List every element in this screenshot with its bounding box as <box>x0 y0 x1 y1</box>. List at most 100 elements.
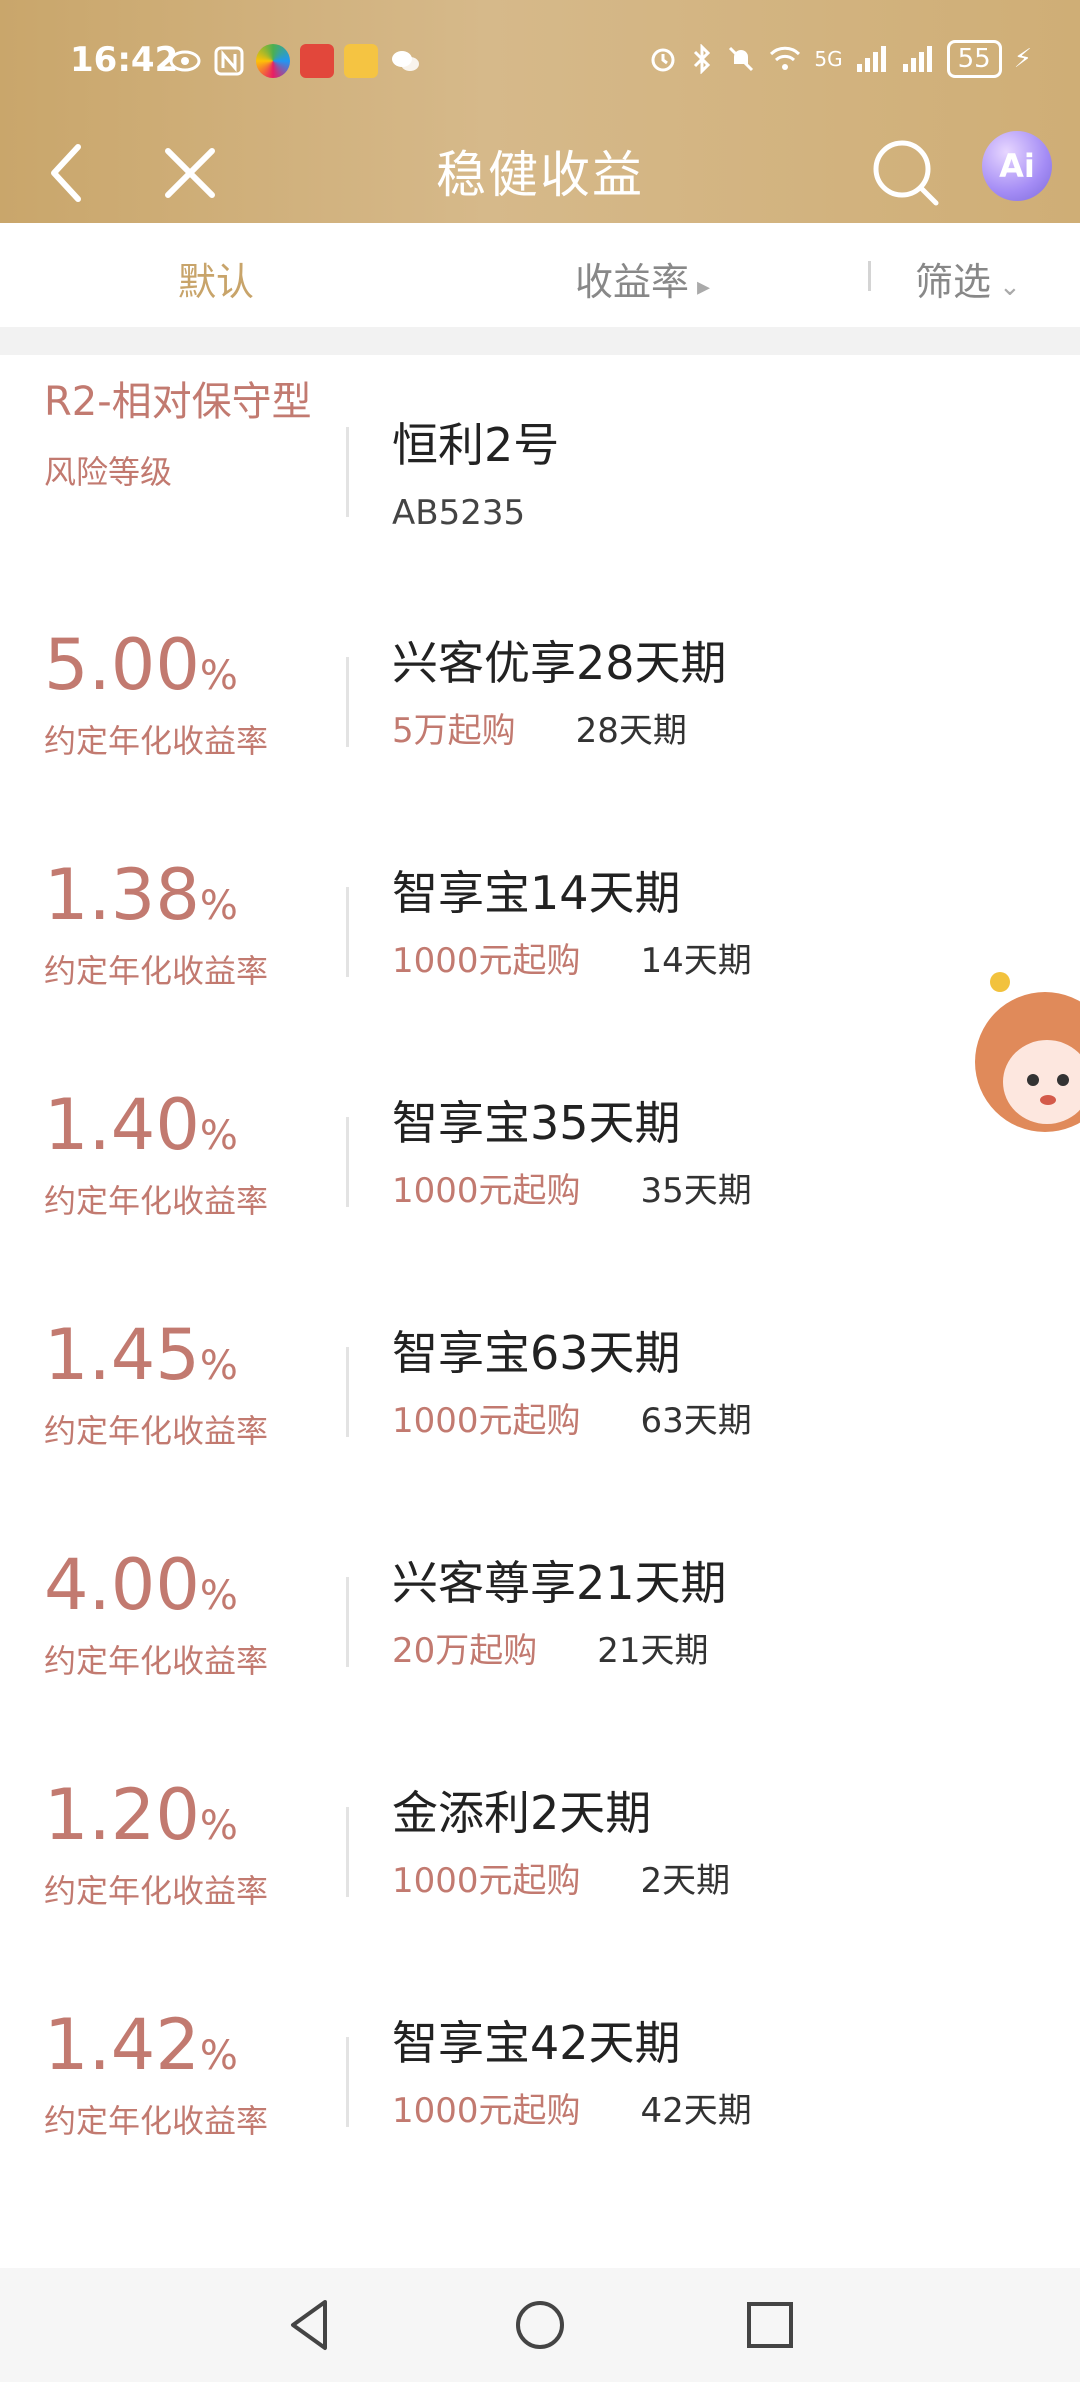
rate-value: 4.00 <box>44 1544 200 1626</box>
rate-value: 1.40 <box>44 1084 200 1166</box>
annual-rate: 1.40% <box>44 1085 334 1176</box>
rate-label: 约定年化收益率 <box>44 1642 269 1680</box>
rate-label: 约定年化收益率 <box>44 952 269 990</box>
wifi-icon <box>770 46 801 70</box>
item-divider <box>346 657 349 747</box>
rate-unit: % <box>199 1113 238 1159</box>
annual-rate: 1.45% <box>44 1315 334 1406</box>
product-term: 35天期 <box>640 1171 752 1211</box>
sort-tabs: 默认 收益率 ▸ 筛选 ⌄ <box>0 223 1080 327</box>
product-item-risk[interactable]: R2-相对保守型 风险等级 恒利2号 AB5235 <box>0 375 1080 605</box>
rate-value: 1.20 <box>44 1774 200 1856</box>
product-item[interactable]: 1.45% 约定年化收益率 智享宝63天期 1000元起购 63天期 <box>0 1315 1080 1545</box>
product-name: 兴客尊享21天期 <box>392 1556 727 1610</box>
rate-block: 1.40% 约定年化收益率 <box>44 1085 334 1222</box>
rate-unit: % <box>199 883 238 929</box>
min-purchase: 1000元起购 <box>392 941 581 981</box>
tab-filter[interactable]: 筛选 ⌄ <box>915 251 1021 306</box>
product-name: 智享宝14天期 <box>392 866 681 920</box>
rate-label: 约定年化收益率 <box>44 2102 269 2140</box>
tab-rate[interactable]: 收益率 ▸ <box>575 251 710 306</box>
product-info: 智享宝42天期 1000元起购 42天期 <box>392 2005 1032 2132</box>
product-item[interactable]: 1.38% 约定年化收益率 智享宝14天期 1000元起购 14天期 <box>0 855 1080 1085</box>
tab-divider <box>868 261 871 291</box>
min-purchase: 5万起购 <box>392 711 516 751</box>
mute-icon <box>729 46 754 72</box>
signal-icon <box>856 46 886 72</box>
annual-rate: 4.00% <box>44 1545 334 1636</box>
item-divider <box>346 887 349 977</box>
section-gap <box>0 327 1080 355</box>
product-item[interactable]: 1.42% 约定年化收益率 智享宝42天期 1000元起购 42天期 <box>0 2005 1080 2235</box>
product-meta: 1000元起购 63天期 <box>392 1393 1032 1442</box>
charging-icon: ⚡ <box>1013 44 1032 74</box>
item-divider <box>346 427 349 517</box>
annual-rate: 1.20% <box>44 1775 334 1866</box>
item-divider <box>346 1347 349 1437</box>
rate-label: 约定年化收益率 <box>44 722 269 760</box>
product-info: 金添利2天期 1000元起购 2天期 <box>392 1775 1032 1902</box>
risk-level: R2-相对保守型 <box>44 379 312 425</box>
product-item[interactable]: 5.00% 约定年化收益率 兴客优享28天期 5万起购 28天期 <box>0 625 1080 855</box>
min-purchase: 20万起购 <box>392 1631 538 1671</box>
annual-rate: 1.38% <box>44 855 334 946</box>
mascot-float-button[interactable] <box>975 972 1080 1172</box>
product-meta: 20万起购 21天期 <box>392 1623 1032 1672</box>
annual-rate: 5.00% <box>44 625 334 716</box>
product-item[interactable]: 4.00% 约定年化收益率 兴客尊享21天期 20万起购 21天期 <box>0 1545 1080 1775</box>
product-info: 智享宝14天期 1000元起购 14天期 <box>392 855 1032 982</box>
nav-bar: 稳健收益 Ai <box>0 125 1080 223</box>
risk-product-info: 恒利2号 AB5235 <box>392 375 1032 533</box>
product-term: 28天期 <box>575 711 687 751</box>
min-purchase: 1000元起购 <box>392 1171 581 1211</box>
nav-recents-icon[interactable] <box>735 2290 805 2360</box>
search-button[interactable] <box>866 133 946 213</box>
rate-block: 1.45% 约定年化收益率 <box>44 1315 334 1452</box>
app-icon-red <box>300 44 334 78</box>
product-item[interactable]: 1.40% 约定年化收益率 智享宝35天期 1000元起购 35天期 <box>0 1085 1080 1315</box>
item-divider <box>346 2037 349 2127</box>
status-bar: 16:42 5G 55 ⚡ <box>0 0 1080 125</box>
min-purchase: 1000元起购 <box>392 1401 581 1441</box>
item-divider <box>346 1577 349 1667</box>
product-name: 智享宝35天期 <box>392 1096 681 1150</box>
weibo-icon <box>344 44 378 78</box>
product-name: 金添利2天期 <box>392 1786 652 1840</box>
rate-unit: % <box>199 653 238 699</box>
product-meta: 1000元起购 14天期 <box>392 933 1032 982</box>
rate-value: 1.42 <box>44 2004 200 2086</box>
system-status: 5G 55 ⚡ <box>648 40 1032 78</box>
tab-default[interactable]: 默认 <box>178 251 254 306</box>
product-name: 恒利2号 <box>392 418 560 472</box>
battery-level: 55 <box>946 40 1002 78</box>
app-icon-colorful <box>256 44 290 78</box>
item-divider <box>346 1117 349 1207</box>
rate-unit: % <box>199 1573 238 1619</box>
nav-home-icon[interactable] <box>505 2290 575 2360</box>
signal-icon-2 <box>902 46 932 72</box>
rate-block: 5.00% 约定年化收益率 <box>44 625 334 762</box>
rate-label: 约定年化收益率 <box>44 1182 269 1220</box>
nfc-icon <box>214 46 244 76</box>
rate-block: 4.00% 约定年化收益率 <box>44 1545 334 1682</box>
system-nav-bar <box>0 2268 1080 2382</box>
status-time: 16:42 <box>70 40 179 80</box>
sort-arrow-icon: ▸ <box>697 272 711 302</box>
product-item[interactable]: 1.20% 约定年化收益率 金添利2天期 1000元起购 2天期 <box>0 1775 1080 2005</box>
product-name: 智享宝63天期 <box>392 1326 681 1380</box>
rate-unit: % <box>199 1803 238 1849</box>
min-purchase: 1000元起购 <box>392 2091 581 2131</box>
product-info: 兴客尊享21天期 20万起购 21天期 <box>392 1545 1032 1672</box>
rate-value: 1.45 <box>44 1314 200 1396</box>
nav-back-icon[interactable] <box>275 2290 345 2360</box>
risk-block: R2-相对保守型 风险等级 <box>44 375 334 493</box>
rate-block: 1.38% 约定年化收益率 <box>44 855 334 992</box>
product-info: 智享宝35天期 1000元起购 35天期 <box>392 1085 1032 1212</box>
wechat-icon <box>392 51 419 71</box>
ai-assistant-button[interactable]: Ai <box>982 131 1052 201</box>
rate-label: 约定年化收益率 <box>44 1412 269 1450</box>
rate-value: 1.38 <box>44 854 200 936</box>
star-icon <box>990 972 1010 992</box>
tab-rate-label: 收益率 <box>575 260 690 304</box>
notification-icons <box>168 44 422 78</box>
